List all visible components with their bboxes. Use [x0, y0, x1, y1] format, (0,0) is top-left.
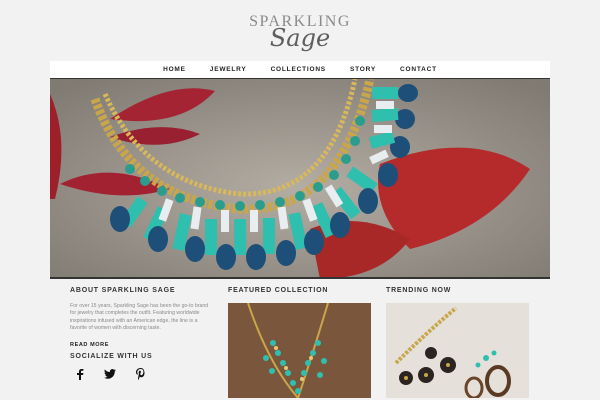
nav-contact[interactable]: CONTACT [400, 66, 437, 73]
nav-story[interactable]: STORY [350, 66, 376, 73]
trending-section: TRENDING NOW [386, 287, 529, 398]
nav-collections[interactable]: COLLECTIONS [271, 66, 326, 73]
about-text: For over 15 years, Sparkling Sage has be… [70, 303, 209, 332]
nav-jewelry[interactable]: JEWELRY [210, 66, 247, 73]
necklace-photo [50, 79, 550, 277]
hero-image[interactable] [50, 78, 550, 279]
about-title: ABOUT SPARKLING SAGE [70, 287, 176, 294]
trending-jewelry-photo [386, 303, 529, 398]
facebook-icon[interactable] [74, 368, 86, 380]
pinterest-icon[interactable] [134, 367, 146, 380]
read-more-link[interactable]: READ MORE [70, 342, 210, 348]
logo-script: Sage [269, 24, 331, 52]
twitter-icon[interactable] [104, 368, 116, 380]
featured-image[interactable] [228, 303, 371, 398]
social-links [70, 367, 210, 380]
about-section: ABOUT SPARKLING SAGE For over 15 years, … [70, 287, 210, 380]
trending-image[interactable] [386, 303, 529, 398]
featured-title: FEATURED COLLECTION [228, 287, 329, 294]
social-title: SOCIALIZE WITH US [70, 352, 153, 360]
main-nav: HOME JEWELRY COLLECTIONS STORY CONTACT [50, 61, 550, 78]
trending-title: TRENDING NOW [386, 287, 452, 294]
site-logo[interactable]: SPARKLING Sage [0, 0, 600, 60]
nav-home[interactable]: HOME [163, 66, 186, 73]
featured-section: FEATURED COLLECTION [228, 287, 371, 398]
featured-necklace-photo [228, 303, 371, 398]
